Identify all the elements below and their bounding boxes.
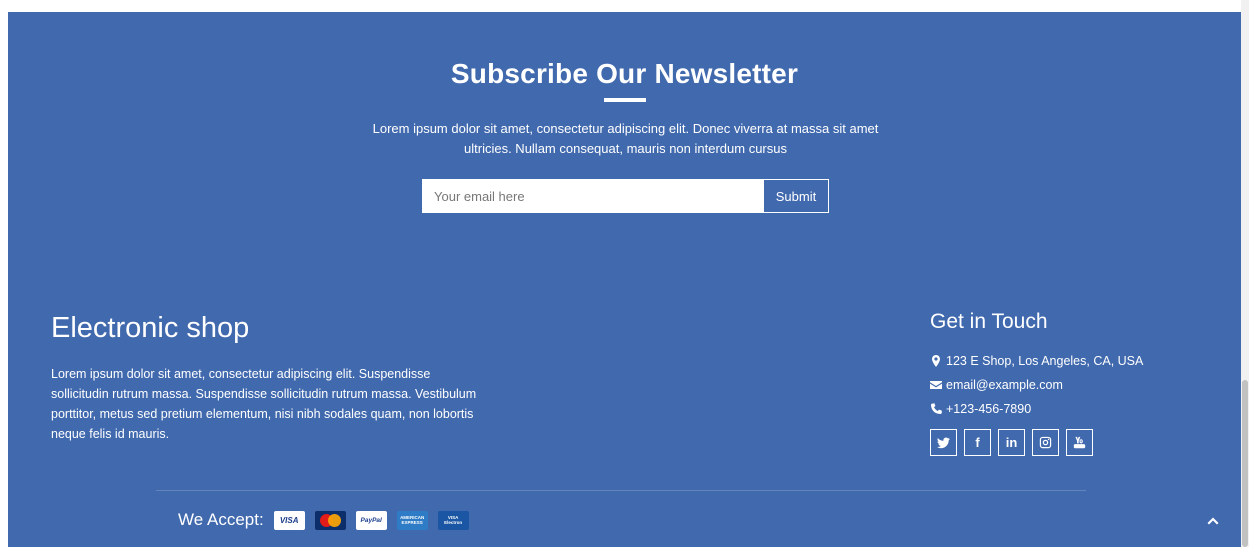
visa-card-icon: VISA	[273, 510, 305, 530]
scrollbar-thumb[interactable]	[1242, 380, 1248, 547]
mastercard-card-icon	[314, 510, 346, 530]
chevron-up-icon[interactable]	[1204, 512, 1222, 530]
submit-button[interactable]: Submit	[763, 179, 829, 213]
payment-methods: We Accept: VISA PayPal AMERICAN EXPRESS V…	[178, 510, 469, 530]
address-text: 123 E Shop, Los Angeles, CA, USA	[946, 354, 1144, 368]
footer-divider	[156, 490, 1086, 491]
payment-cards: VISA PayPal AMERICAN EXPRESS VISA Electron	[273, 510, 469, 530]
newsletter-description: Lorem ipsum dolor sit amet, consectetur …	[372, 121, 879, 156]
social-links: f in	[930, 429, 1093, 456]
instagram-icon[interactable]	[1032, 429, 1059, 456]
youtube-icon[interactable]	[1066, 429, 1093, 456]
map-marker-icon	[930, 355, 942, 367]
shop-description: Lorem ipsum dolor sit amet, consectetur …	[51, 367, 477, 441]
email-input[interactable]	[422, 179, 763, 213]
paypal-card-icon: PayPal	[355, 510, 387, 530]
shop-title: Electronic shop	[51, 312, 250, 344]
accept-label: We Accept:	[178, 510, 264, 529]
newsletter-form: Submit	[422, 179, 829, 213]
newsletter-title: Subscribe Our Newsletter	[450, 58, 799, 89]
phone-text[interactable]: +123-456-7890	[946, 397, 1031, 421]
footer-section: Subscribe Our Newsletter Lorem ipsum dol…	[8, 12, 1241, 547]
email-text[interactable]: email@example.com	[946, 373, 1063, 397]
contact-phone: +123-456-7890	[930, 397, 1143, 421]
envelope-icon	[930, 379, 942, 391]
phone-icon	[930, 403, 942, 415]
visa-electron-card-icon: VISA Electron	[437, 510, 469, 530]
facebook-icon[interactable]: f	[964, 429, 991, 456]
contact-title: Get in Touch	[930, 310, 1048, 333]
amex-card-icon: AMERICAN EXPRESS	[396, 510, 428, 530]
contact-list: 123 E Shop, Los Angeles, CA, USA email@e…	[930, 349, 1143, 421]
contact-email: email@example.com	[930, 373, 1143, 397]
twitter-icon[interactable]	[930, 429, 957, 456]
linkedin-icon[interactable]: in	[998, 429, 1025, 456]
title-underline	[604, 98, 646, 102]
contact-address: 123 E Shop, Los Angeles, CA, USA	[930, 349, 1143, 373]
